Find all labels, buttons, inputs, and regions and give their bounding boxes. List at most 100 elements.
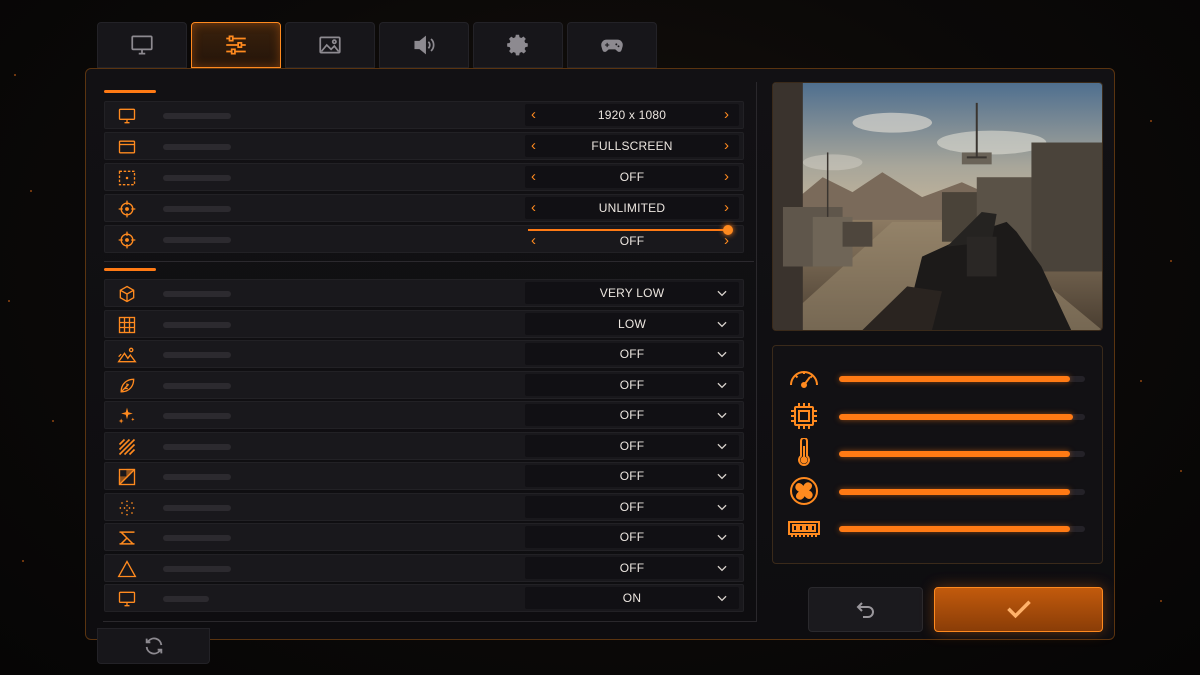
chevron-down-icon [715,286,729,300]
tab-graphics[interactable] [285,22,375,68]
monitor-icon [117,589,137,609]
setting-row[interactable]: OFF [104,523,744,551]
setting-value: OFF [619,499,645,514]
shadow-icon [117,467,137,487]
chevron-down-icon [715,469,729,483]
setting-label-placeholder [163,352,231,358]
dropdown[interactable]: OFF [525,434,739,457]
ember [1140,380,1142,382]
confirm-button[interactable] [934,587,1103,632]
setting-label-placeholder [163,113,231,119]
setting-row[interactable]: 1920 x 1080 ‹ › [104,101,744,129]
setting-value: OFF [619,234,645,248]
chevron-left-icon[interactable]: ‹ [531,232,536,250]
chevron-down-icon [715,591,729,605]
sparkle-icon [117,406,137,426]
setting-row[interactable]: LOW [104,309,744,338]
stat-track [839,413,1085,420]
ember [8,300,10,302]
back-button[interactable] [808,587,923,632]
dropdown[interactable]: OFF [525,556,739,579]
tab-general[interactable] [473,22,563,68]
value-selector[interactable]: 1920 x 1080 ‹ › [525,104,739,126]
chevron-right-icon[interactable]: › [724,168,729,186]
setting-row[interactable]: OFF [104,553,744,582]
ember [52,420,54,422]
setting-label-placeholder [163,237,231,243]
dropdown[interactable]: ON [525,587,739,609]
setting-row[interactable]: ON [104,584,744,612]
chevron-down-icon [715,378,729,392]
stat-meter [787,513,1087,543]
setting-label-placeholder [163,144,231,150]
setting-label-placeholder [163,443,231,450]
setting-value: OFF [619,170,645,184]
tab-display[interactable] [97,22,187,68]
grid-icon [117,315,137,335]
stat-track [839,376,1085,382]
chevron-down-icon [715,439,729,453]
gear-icon [507,34,528,56]
value-selector[interactable]: FULLSCREEN ‹ › [525,135,739,157]
dropdown[interactable]: OFF [525,465,739,487]
tab-controls[interactable] [567,22,657,68]
value-selector[interactable]: UNLIMITED ‹ › [525,197,739,219]
tab-audio[interactable] [379,22,469,68]
dropdown[interactable]: OFF [525,495,739,518]
chevron-down-icon [715,408,729,422]
setting-row[interactable]: OFF [104,370,744,399]
chevron-right-icon[interactable]: › [724,137,729,155]
setting-row[interactable]: OFF [104,431,744,460]
value-selector[interactable]: OFF ‹ › [525,230,739,252]
setting-row[interactable]: OFF [104,492,744,521]
setting-value: OFF [619,530,645,544]
stat-track [839,488,1085,495]
memory-icon [787,513,821,543]
setting-value: OFF [619,469,645,483]
chevron-left-icon[interactable]: ‹ [531,168,536,186]
window-icon [117,137,137,157]
dropdown[interactable]: LOW [525,312,739,335]
system-stats-panel [772,345,1103,564]
dropdown[interactable]: VERY LOW [525,282,739,304]
chevron-right-icon[interactable]: › [724,106,729,124]
setting-label-placeholder [163,413,231,419]
setting-row[interactable]: OFF [104,401,744,429]
stripes-icon [117,437,137,457]
thermometer-icon [787,437,821,468]
leaf-icon [117,376,137,396]
setting-row[interactable]: FULLSCREEN ‹ › [104,132,744,160]
stat-fill [839,488,1071,495]
setting-label-placeholder [163,291,231,297]
setting-value: FULLSCREEN [591,139,673,153]
dropdown[interactable]: OFF [525,404,739,426]
reset-button[interactable] [97,628,210,664]
value-selector[interactable]: OFF ‹ › [525,166,739,188]
setting-value: UNLIMITED [598,201,666,215]
setting-row[interactable]: OFF [104,462,744,490]
crosshair-icon [117,199,137,219]
chevron-left-icon[interactable]: ‹ [531,137,536,155]
setting-row[interactable]: UNLIMITED ‹ › [104,194,744,222]
setting-row[interactable]: VERY LOW [104,279,744,307]
sliders-icon [226,35,246,55]
chevron-left-icon[interactable]: ‹ [531,199,536,217]
setting-label-placeholder [163,596,209,602]
setting-row[interactable]: OFF ‹ › [104,225,744,253]
setting-row[interactable]: OFF [104,340,744,368]
chevron-right-icon[interactable]: › [724,199,729,217]
setting-row[interactable]: OFF ‹ › [104,163,744,191]
monitor-icon [131,35,153,55]
dropdown[interactable]: OFF [525,343,739,365]
chevron-right-icon[interactable]: › [724,232,729,250]
tab-sliders[interactable] [191,22,281,68]
setting-value: ON [622,591,642,605]
dropdown[interactable]: OFF [525,373,739,396]
setting-value: 1920 x 1080 [597,108,667,122]
dropdown[interactable]: OFF [525,526,739,548]
chevron-left-icon[interactable]: ‹ [531,106,536,124]
stat-fill [839,376,1071,382]
chevron-down-icon [715,500,729,514]
crosshair-icon [117,230,137,250]
stat-fill [839,451,1071,457]
